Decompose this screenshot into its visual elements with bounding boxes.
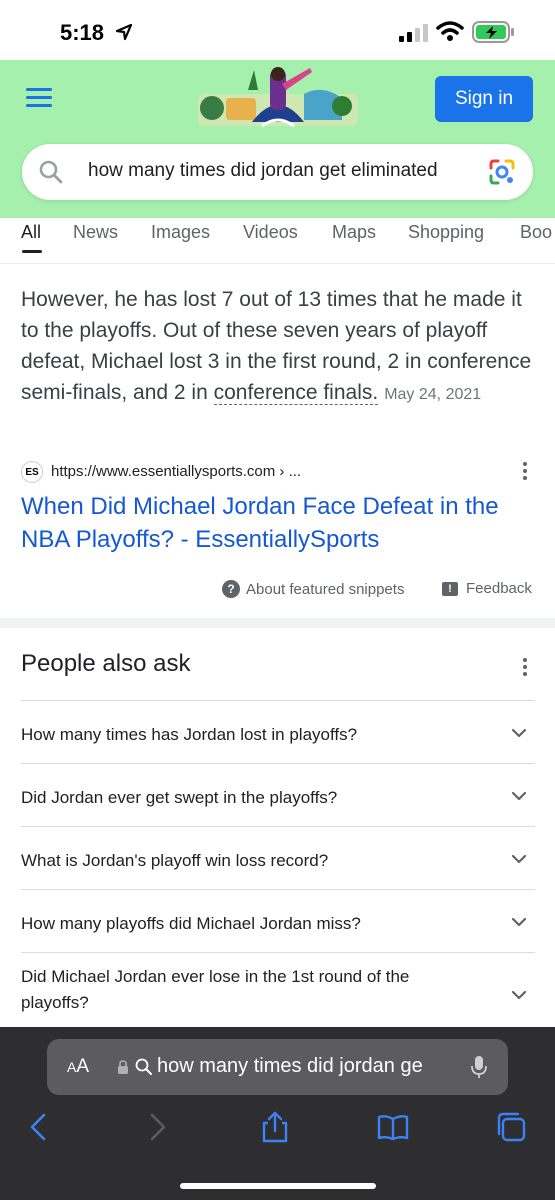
active-tab-indicator [22,250,42,253]
snippet-date: May 24, 2021 [384,386,482,403]
home-indicator [180,1183,376,1189]
result-url[interactable]: https://www.essentiallysports.com › ... [51,463,301,480]
tabs-icon[interactable] [494,1110,528,1144]
paa-question-2[interactable]: Did Jordan ever get swept in the playoff… [21,763,535,826]
tab-images[interactable]: Images [151,222,210,243]
paa-question-5[interactable]: Did Michael Jordan ever lose in the 1st … [21,952,535,1038]
tab-all[interactable]: All [21,222,41,243]
search-icon [39,160,63,184]
people-also-ask-heading: People also ask [21,650,191,677]
lock-icon [118,1060,128,1074]
about-label: About featured snippets [246,580,405,598]
google-doodle-icon[interactable] [192,64,364,138]
paa-question-text: Did Michael Jordan ever lose in the 1st … [21,967,410,1012]
status-time: 5:18 [60,20,105,45]
featured-snippet-text: However, he has lost 7 out of 13 times t… [21,284,536,410]
aa-small: A [67,1059,77,1075]
chevron-down-icon [511,854,527,864]
tab-news[interactable]: News [73,222,118,243]
paa-question-text: What is Jordan's playoff win loss record… [21,851,329,870]
search-input[interactable]: how many times did jordan get eliminated [88,160,438,182]
more-options-icon[interactable] [522,460,528,482]
hamburger-menu-button[interactable] [26,88,52,112]
tab-videos[interactable]: Videos [243,222,298,243]
address-text[interactable]: how many times did jordan ge [157,1055,447,1078]
tab-books[interactable]: Boo [520,222,552,243]
status-bar: 5:18 [0,0,555,60]
chevron-down-icon [511,728,527,738]
chevron-down-icon [511,917,527,927]
about-featured-snippets-link[interactable]: ? About featured snippets [222,580,404,598]
chevron-down-icon [511,990,527,1000]
site-favicon-icon: ES [21,461,43,483]
snippet-meta-row: ? About featured snippets ! Feedback [0,576,555,604]
people-also-ask-list: How many times has Jordan lost in playof… [21,700,535,1038]
paa-question-text: How many playoffs did Michael Jordan mis… [21,914,361,933]
paa-question-1[interactable]: How many times has Jordan lost in playof… [21,700,535,763]
result-title-link[interactable]: When Did Michael Jordan Face Defeat in t… [21,490,521,556]
location-arrow-icon [115,23,133,41]
cellular-signal-icon [399,24,428,42]
forward-arrow-icon[interactable] [140,1110,174,1144]
sign-in-button[interactable]: Sign in [435,76,533,122]
share-icon[interactable] [258,1110,292,1144]
wifi-icon [436,21,464,41]
paa-question-text: How many times has Jordan lost in playof… [21,725,358,744]
reader-settings-button[interactable]: AA [67,1056,89,1078]
search-icon [135,1058,152,1075]
google-lens-icon[interactable] [488,158,516,186]
paa-question-text: Did Jordan ever get swept in the playoff… [21,788,338,807]
tab-shopping[interactable]: Shopping [408,222,484,243]
result-source[interactable]: ES https://www.essentiallysports.com › .… [21,460,536,486]
chevron-down-icon [511,791,527,801]
safari-address-bar[interactable]: AA how many times did jordan ge [47,1039,508,1095]
section-divider [0,618,555,628]
feedback-icon: ! [442,581,458,596]
search-box[interactable]: how many times did jordan get eliminated [22,144,533,200]
snippet-highlight[interactable]: conference finals. [213,381,379,405]
microphone-icon[interactable] [471,1055,487,1079]
paa-question-3[interactable]: What is Jordan's playoff win loss record… [21,826,535,889]
battery-charging-icon [472,21,514,43]
search-tabs: All News Images Videos Maps Shopping Boo [0,218,555,264]
feedback-link[interactable]: ! Feedback [442,580,532,597]
paa-more-options-icon[interactable] [522,656,528,678]
back-arrow-icon[interactable] [22,1110,56,1144]
bookmarks-icon[interactable] [376,1110,410,1144]
aa-big: A [76,1056,90,1077]
tab-maps[interactable]: Maps [332,222,376,243]
help-icon: ? [222,580,240,598]
paa-question-4[interactable]: How many playoffs did Michael Jordan mis… [21,889,535,952]
feedback-label: Feedback [466,580,532,597]
